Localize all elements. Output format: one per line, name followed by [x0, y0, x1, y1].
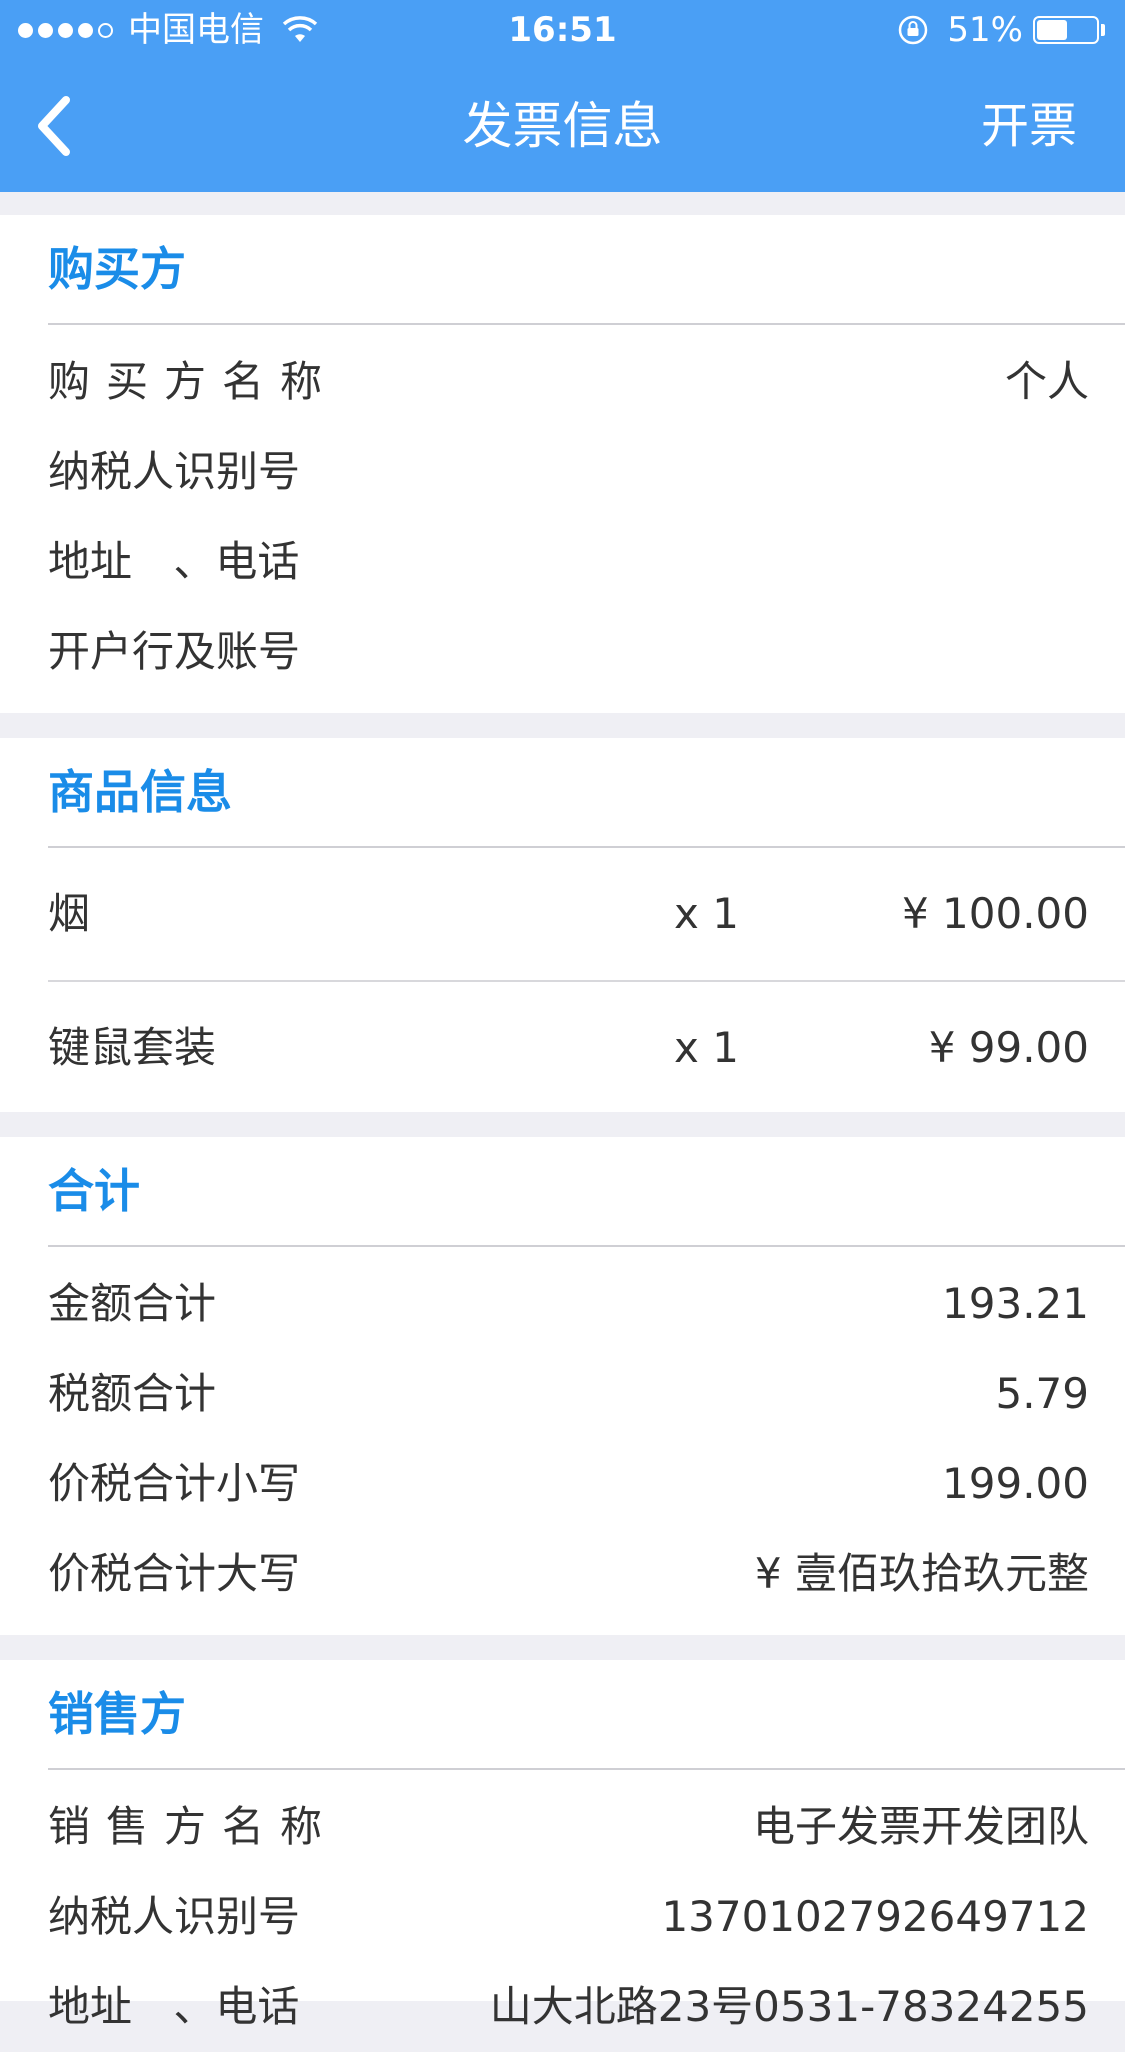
- seller-address-row: 地址 、电话 山大北路23号0531-78324255: [48, 1962, 1089, 2052]
- section-title: 商品信息: [48, 738, 1125, 848]
- grand-total-lower-value: 199.00: [942, 1459, 1089, 1508]
- section-title: 销售方: [48, 1660, 1125, 1770]
- amount-total-value: 193.21: [942, 1279, 1089, 1328]
- buyer-bank-row[interactable]: 开户行及账号: [48, 607, 1089, 697]
- battery-percent: 51%: [947, 10, 1023, 50]
- buyer-name-row[interactable]: 购买方名称 个人: [48, 337, 1089, 427]
- seller-tax-id-value: 1370102792649712: [661, 1892, 1089, 1941]
- buyer-tax-id-label: 纳税人识别号: [48, 447, 301, 496]
- item-name: 烟: [48, 889, 91, 938]
- section-title: 合计: [48, 1137, 1125, 1247]
- seller-address-value: 山大北路23号0531-78324255: [489, 1982, 1089, 2031]
- issue-invoice-button[interactable]: 开票: [981, 60, 1077, 192]
- seller-address-label: 地址 、电话: [48, 1982, 300, 2031]
- page-title: 发票信息: [462, 97, 663, 155]
- buyer-tax-id-row[interactable]: 纳税人识别号: [48, 427, 1089, 517]
- amount-total-row: 金额合计 193.21: [48, 1259, 1089, 1349]
- section-title: 购买方: [48, 215, 1125, 325]
- rotation-lock-icon: [899, 15, 928, 45]
- buyer-name-label: 购买方名称: [48, 357, 339, 406]
- item-price: ¥ 99.00: [928, 1023, 1089, 1072]
- item-quantity: x 1: [674, 1023, 739, 1072]
- grand-total-lower-row: 价税合计小写 199.00: [48, 1439, 1089, 1529]
- battery-level: [1037, 20, 1067, 40]
- item-name: 键鼠套装: [48, 1023, 217, 1072]
- battery-tip: [1101, 24, 1105, 36]
- goods-section: 商品信息 烟 x 1 ¥ 100.00 键鼠套装 x 1 ¥ 99.00: [0, 738, 1125, 1112]
- item-quantity: x 1: [674, 889, 739, 938]
- grand-total-upper-label: 价税合计大写: [48, 1549, 301, 1598]
- grand-total-upper-row: 价税合计大写 ¥ 壹佰玖拾玖元整: [48, 1529, 1089, 1619]
- seller-tax-id-label: 纳税人识别号: [48, 1892, 301, 1941]
- chevron-left-icon: [38, 96, 70, 156]
- seller-tax-id-row: 纳税人识别号 1370102792649712: [48, 1872, 1089, 1962]
- top-bar: 中国电信 16:51 51% 发票信息 开票: [0, 0, 1125, 192]
- list-item: 烟 x 1 ¥ 100.00: [48, 848, 1125, 982]
- buyer-name-value: 个人: [1004, 357, 1089, 406]
- battery-icon: [1033, 16, 1099, 44]
- seller-section: 销售方 销售方名称 电子发票开发团队 纳税人识别号 13701027926497…: [0, 1660, 1125, 2031]
- navigation-bar: 发票信息 开票: [0, 60, 1125, 192]
- grand-total-upper-value: ¥ 壹佰玖拾玖元整: [754, 1549, 1089, 1598]
- amount-total-label: 金额合计: [48, 1279, 217, 1328]
- tax-total-value: 5.79: [995, 1369, 1089, 1418]
- total-section: 合计 金额合计 193.21 税额合计 5.79 价税合计小写 199.00 价…: [0, 1137, 1125, 1635]
- seller-name-label: 销售方名称: [48, 1802, 339, 1851]
- back-button[interactable]: [14, 88, 94, 164]
- buyer-address-label: 地址 、电话: [48, 537, 300, 586]
- tax-total-label: 税额合计: [48, 1369, 217, 1418]
- status-right: 51%: [897, 0, 1105, 60]
- list-item: 键鼠套装 x 1 ¥ 99.00: [48, 982, 1125, 1114]
- buyer-bank-label: 开户行及账号: [48, 627, 301, 676]
- buyer-address-row[interactable]: 地址 、电话: [48, 517, 1089, 607]
- seller-name-value: 电子发票开发团队: [752, 1802, 1089, 1851]
- status-bar: 中国电信 16:51 51%: [0, 0, 1125, 60]
- buyer-section: 购买方 购买方名称 个人 纳税人识别号 地址 、电话 开户行及账号: [0, 215, 1125, 713]
- item-price: ¥ 100.00: [901, 889, 1089, 938]
- grand-total-lower-label: 价税合计小写: [48, 1459, 301, 1508]
- tax-total-row: 税额合计 5.79: [48, 1349, 1089, 1439]
- seller-name-row: 销售方名称 电子发票开发团队: [48, 1782, 1089, 1872]
